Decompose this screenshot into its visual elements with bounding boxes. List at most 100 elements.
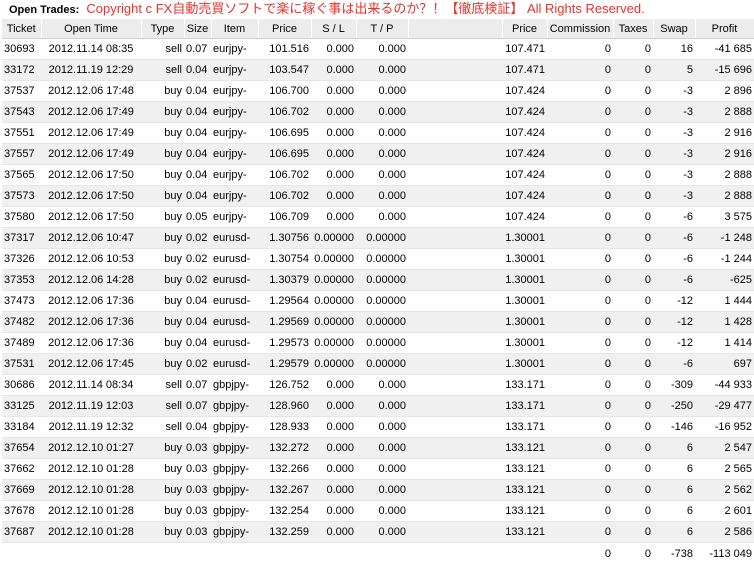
cell-open-time: 2012.11.14 08:35 <box>41 39 141 60</box>
cell-profit: 1 414 <box>695 333 754 354</box>
cell-ticket: 37557 <box>2 144 41 165</box>
cell-spacer <box>408 522 502 543</box>
cell-profit: 2 547 <box>695 438 754 459</box>
cell-profit: 2 586 <box>695 522 754 543</box>
cell-taxes: 0 <box>613 291 653 312</box>
cell-commission: 0 <box>547 312 613 333</box>
cell-taxes: 0 <box>613 186 653 207</box>
cell-ticket: 37317 <box>2 228 41 249</box>
cell-ticket: 37482 <box>2 312 41 333</box>
cell-stop-loss: 0.000 <box>311 375 356 396</box>
cell-stop-loss: 0.000 <box>311 60 356 81</box>
cell-open-price: 1.29573 <box>258 333 311 354</box>
table-row: 374892012.12.06 17:36buy0.04eurusd-1.295… <box>2 333 754 354</box>
cell-open-time: 2012.12.06 17:49 <box>41 123 141 144</box>
cell-spacer <box>408 396 502 417</box>
cell-profit: 2 888 <box>695 165 754 186</box>
cell-open-time: 2012.12.10 01:27 <box>41 438 141 459</box>
cell-swap: 6 <box>653 438 695 459</box>
cell-open-price: 132.267 <box>258 480 311 501</box>
cell-profit: 2 565 <box>695 459 754 480</box>
cell-item: eurjpy- <box>211 207 258 228</box>
cell-open-price: 1.30754 <box>258 249 311 270</box>
table-row: 376872012.12.10 01:28buy0.03gbpjpy-132.2… <box>2 522 754 543</box>
cell-item: eurusd- <box>211 354 258 375</box>
cell-type: buy <box>141 480 184 501</box>
cell-current-price: 133.121 <box>502 501 547 522</box>
cell-commission: 0 <box>547 396 613 417</box>
cell-spacer <box>408 417 502 438</box>
cell-swap: 6 <box>653 480 695 501</box>
cell-size: 0.03 <box>184 480 211 501</box>
cell-take-profit: 0.000 <box>356 459 408 480</box>
cell-open-time: 2012.12.06 17:36 <box>41 312 141 333</box>
cell-taxes: 0 <box>613 375 653 396</box>
cell-profit: -1 244 <box>695 249 754 270</box>
cell-spacer <box>408 501 502 522</box>
cell-ticket: 37669 <box>2 480 41 501</box>
table-row: 375512012.12.06 17:49buy0.04eurjpy-106.6… <box>2 123 754 144</box>
table-row: 374732012.12.06 17:36buy0.04eurusd-1.295… <box>2 291 754 312</box>
cell-type: sell <box>141 417 184 438</box>
cell-commission: 0 <box>547 375 613 396</box>
cell-item: eurusd- <box>211 291 258 312</box>
cell-item: gbpjpy- <box>211 375 258 396</box>
cell-current-price: 107.424 <box>502 165 547 186</box>
cell-type: buy <box>141 123 184 144</box>
cell-ticket: 37473 <box>2 291 41 312</box>
cell-take-profit: 0.000 <box>356 102 408 123</box>
cell-ticket: 37489 <box>2 333 41 354</box>
column-header-profit: Profit <box>695 19 754 39</box>
copyright-notice: Copyright c FX自動売買ソフトで楽に稼ぐ事は出来るのか？！【徹底検証… <box>86 1 644 16</box>
cell-open-price: 1.30756 <box>258 228 311 249</box>
cell-current-price: 1.30001 <box>502 312 547 333</box>
totals-row: 0 0 -738 -113 049 <box>2 543 754 564</box>
cell-profit: -41 685 <box>695 39 754 60</box>
cell-commission: 0 <box>547 60 613 81</box>
cell-take-profit: 0.000 <box>356 123 408 144</box>
column-header-ticket: Ticket <box>2 19 41 39</box>
cell-size: 0.07 <box>184 375 211 396</box>
cell-ticket: 37580 <box>2 207 41 228</box>
cell-spacer <box>408 165 502 186</box>
column-header-type: Type <box>141 19 184 39</box>
cell-swap: -146 <box>653 417 695 438</box>
cell-current-price: 1.30001 <box>502 270 547 291</box>
cell-spacer <box>408 438 502 459</box>
cell-swap: -6 <box>653 270 695 291</box>
cell-item: gbpjpy- <box>211 417 258 438</box>
cell-take-profit: 0.00000 <box>356 249 408 270</box>
cell-open-time: 2012.12.06 17:50 <box>41 165 141 186</box>
cell-size: 0.04 <box>184 60 211 81</box>
cell-commission: 0 <box>547 207 613 228</box>
cell-item: eurjpy- <box>211 186 258 207</box>
cell-take-profit: 0.00000 <box>356 333 408 354</box>
cell-item: eurusd- <box>211 249 258 270</box>
cell-item: eurusd- <box>211 228 258 249</box>
cell-profit: -1 248 <box>695 228 754 249</box>
cell-taxes: 0 <box>613 39 653 60</box>
table-row: 376782012.12.10 01:28buy0.03gbpjpy-132.2… <box>2 501 754 522</box>
cell-current-price: 1.30001 <box>502 228 547 249</box>
cell-open-time: 2012.12.06 10:47 <box>41 228 141 249</box>
cell-take-profit: 0.00000 <box>356 354 408 375</box>
cell-stop-loss: 0.000 <box>311 186 356 207</box>
cell-swap: 6 <box>653 501 695 522</box>
cell-open-price: 132.272 <box>258 438 311 459</box>
cell-profit: 697 <box>695 354 754 375</box>
cell-spacer <box>408 291 502 312</box>
cell-item: eurusd- <box>211 333 258 354</box>
cell-commission: 0 <box>547 480 613 501</box>
cell-open-time: 2012.12.10 01:28 <box>41 480 141 501</box>
cell-stop-loss: 0.000 <box>311 396 356 417</box>
cell-type: buy <box>141 501 184 522</box>
cell-taxes: 0 <box>613 207 653 228</box>
cell-taxes: 0 <box>613 438 653 459</box>
column-header-take-profit: T / P <box>356 19 408 39</box>
cell-swap: 6 <box>653 459 695 480</box>
cell-take-profit: 0.000 <box>356 60 408 81</box>
cell-spacer <box>408 270 502 291</box>
cell-spacer <box>408 186 502 207</box>
cell-open-time: 2012.12.06 17:49 <box>41 102 141 123</box>
table-row: 331842012.11.19 12:32sell0.04gbpjpy-128.… <box>2 417 754 438</box>
